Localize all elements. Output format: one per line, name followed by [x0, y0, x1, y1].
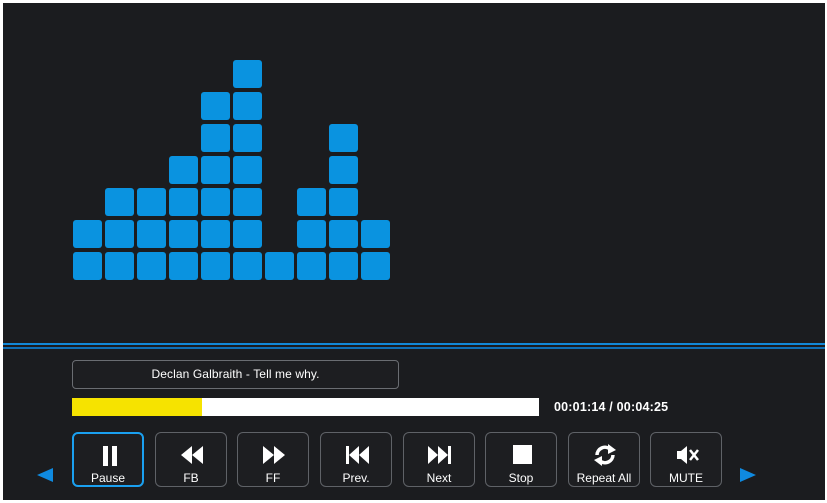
visualizer-block [329, 220, 358, 248]
visualizer-block [329, 124, 358, 152]
visualizer-block [329, 252, 358, 280]
fast-backward-icon [181, 446, 203, 464]
visualizer-block [233, 252, 262, 280]
left-arrow-icon[interactable] [37, 468, 53, 482]
stop-button-label: Stop [508, 471, 534, 485]
visualizer-block [105, 220, 134, 248]
right-arrow-icon[interactable] [740, 468, 756, 482]
fast-forward-button[interactable]: FF [237, 432, 309, 487]
fast-forward-button-label: FF [265, 471, 281, 485]
visualizer-column [137, 3, 166, 343]
visualizer-column [169, 3, 198, 343]
visualizer-block [265, 252, 294, 280]
visualizer-block [105, 188, 134, 216]
visualizer-block [329, 188, 358, 216]
visualizer-column [73, 3, 102, 343]
visualizer-block [233, 60, 262, 88]
visualizer-block [201, 124, 230, 152]
visualizer-column [329, 3, 358, 343]
divider-line [3, 347, 825, 349]
previous-track-button[interactable]: Prev. [320, 432, 392, 487]
pause-icon [103, 446, 117, 466]
stop-button[interactable]: Stop [485, 432, 557, 487]
visualizer-column [201, 3, 230, 343]
visualizer-block [137, 252, 166, 280]
visualizer-block [73, 220, 102, 248]
repeat-all-button-label: Repeat All [576, 471, 632, 485]
progress-bar-fill [72, 398, 202, 416]
progress-bar[interactable] [72, 398, 539, 416]
visualizer-block [169, 188, 198, 216]
visualizer-block [201, 156, 230, 184]
fast-forward-icon [263, 446, 285, 464]
visualizer-block [169, 252, 198, 280]
mute-button[interactable]: MUTE [650, 432, 722, 487]
visualizer-column [297, 3, 326, 343]
visualizer-block [361, 252, 390, 280]
visualizer-block [233, 124, 262, 152]
audio-visualizer [3, 3, 825, 343]
divider-line [3, 343, 825, 345]
visualizer-block [297, 188, 326, 216]
visualizer-block [297, 252, 326, 280]
stop-icon [513, 445, 532, 464]
next-track-icon [428, 446, 451, 464]
next-track-button[interactable]: Next [403, 432, 475, 487]
time-display: 00:01:14 / 00:04:25 [554, 400, 669, 414]
visualizer-block [233, 156, 262, 184]
visualizer-block [201, 188, 230, 216]
visualizer-column [361, 3, 390, 343]
playback-controls: Pause FB FF Prev. Next Stop Repeat All M… [72, 432, 722, 489]
visualizer-block [169, 156, 198, 184]
visualizer-block [201, 252, 230, 280]
media-player-screen: Declan Galbraith - Tell me why. 00:01:14… [3, 3, 825, 500]
pause-button-label: Pause [90, 471, 126, 485]
visualizer-block [169, 220, 198, 248]
previous-track-icon [346, 446, 369, 464]
pause-button[interactable]: Pause [72, 432, 144, 487]
visualizer-block [105, 252, 134, 280]
visualizer-block [137, 188, 166, 216]
visualizer-block [233, 92, 262, 120]
mute-button-label: MUTE [669, 471, 703, 485]
visualizer-block [201, 220, 230, 248]
visualizer-block [297, 220, 326, 248]
visualizer-block [233, 188, 262, 216]
visualizer-column [105, 3, 134, 343]
visualizer-block [137, 220, 166, 248]
visualizer-column [265, 3, 294, 343]
repeat-icon [594, 444, 616, 466]
visualizer-block [233, 220, 262, 248]
repeat-all-button[interactable]: Repeat All [568, 432, 640, 487]
visualizer-block [201, 92, 230, 120]
previous-track-button-label: Prev. [342, 471, 370, 485]
fast-backward-button-label: FB [183, 471, 199, 485]
mute-icon [677, 446, 699, 464]
track-title: Declan Galbraith - Tell me why. [72, 360, 399, 389]
visualizer-column [233, 3, 262, 343]
fast-backward-button[interactable]: FB [155, 432, 227, 487]
visualizer-block [329, 156, 358, 184]
next-track-button-label: Next [426, 471, 452, 485]
visualizer-block [73, 252, 102, 280]
visualizer-block [361, 220, 390, 248]
